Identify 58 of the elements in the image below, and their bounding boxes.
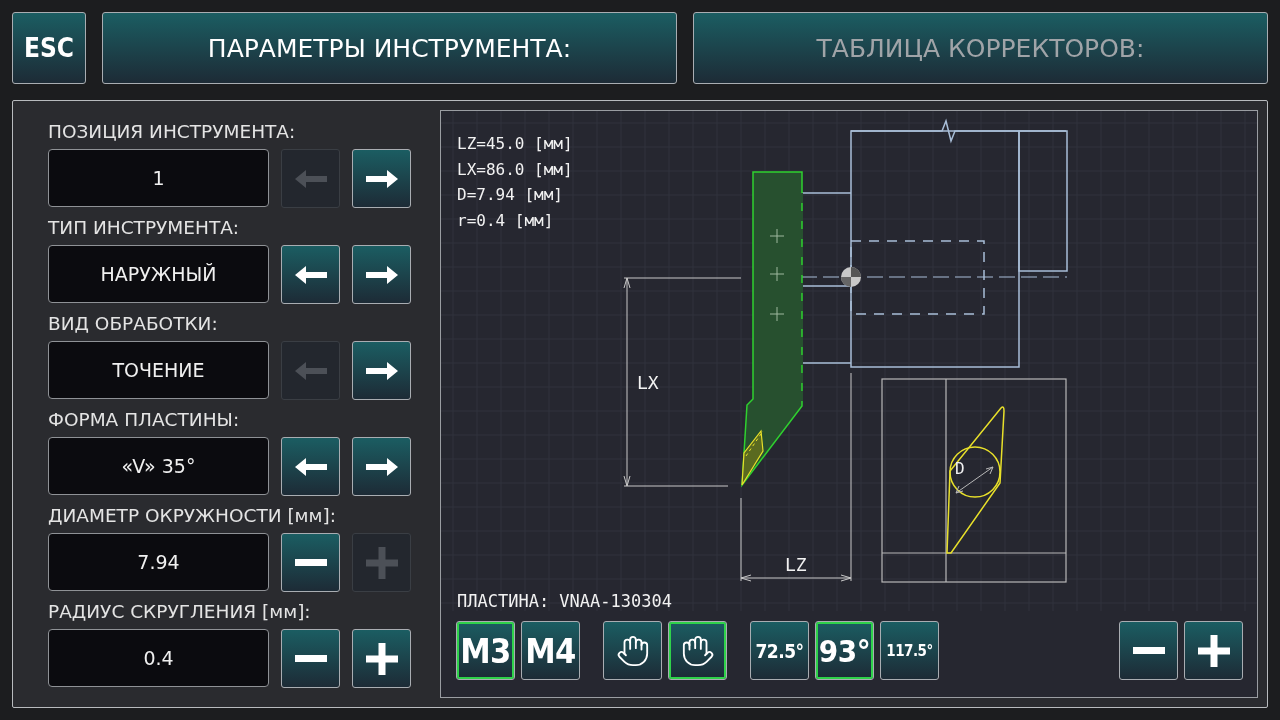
- mode-button[interactable]: 93°: [815, 621, 874, 680]
- next-button[interactable]: [352, 149, 411, 208]
- d-label: D: [955, 459, 965, 478]
- minus-icon: [294, 559, 327, 566]
- minus-icon: [294, 655, 327, 662]
- parameter-label: ДИАМЕТР ОКРУЖНОСТИ [мм]:: [48, 504, 337, 528]
- left-arrow-icon: [294, 361, 327, 380]
- value-field[interactable]: 0.4: [48, 629, 269, 687]
- value-field[interactable]: «V» 35°: [48, 437, 269, 495]
- decrease-button[interactable]: [281, 629, 340, 688]
- previous-button[interactable]: [281, 245, 340, 304]
- left-arrow-icon: [294, 457, 327, 476]
- dimension-text: LX=86.0 [мм]: [457, 159, 573, 179]
- previous-button[interactable]: [281, 437, 340, 496]
- next-button[interactable]: [352, 437, 411, 496]
- spindle-ball-icon: [841, 267, 861, 287]
- minus-icon: [1132, 647, 1165, 654]
- right-arrow-icon: [365, 169, 398, 188]
- dimension-text: D=7.94 [мм]: [457, 185, 563, 204]
- left-arrow-icon: [294, 265, 327, 284]
- lx-label: LX: [637, 372, 659, 393]
- zoom-in-button[interactable]: [1184, 621, 1243, 680]
- mode-button[interactable]: 72.5°: [750, 621, 809, 680]
- hand-icon: [680, 633, 715, 668]
- left-arrow-icon: [294, 169, 327, 188]
- plus-icon: [1197, 634, 1230, 667]
- hand-button[interactable]: [668, 621, 727, 680]
- parameter-label: ФОРМА ПЛАСТИНЫ:: [48, 408, 241, 432]
- mode-button[interactable]: M3: [456, 621, 515, 680]
- next-button[interactable]: [352, 341, 411, 400]
- value-field[interactable]: 7.94: [48, 533, 269, 591]
- increase-button[interactable]: [352, 629, 411, 688]
- value-field[interactable]: НАРУЖНЫЙ: [48, 245, 269, 303]
- decrease-button[interactable]: [281, 533, 340, 592]
- mode-button[interactable]: 117.5°: [880, 621, 939, 680]
- value-field[interactable]: 1: [48, 149, 269, 207]
- right-arrow-icon: [365, 457, 398, 476]
- right-arrow-icon: [365, 361, 398, 380]
- right-arrow-icon: [365, 265, 398, 284]
- esc-button[interactable]: ESC: [12, 12, 86, 84]
- dimension-text: LZ=45.0 [мм]: [457, 134, 573, 153]
- plus-icon: [365, 546, 398, 579]
- tab[interactable]: ПАРАМЕТРЫ ИНСТРУМЕНТА:: [102, 12, 677, 84]
- mode-button[interactable]: M4: [521, 621, 580, 680]
- parameter-label: ВИД ОБРАБОТКИ:: [48, 312, 219, 336]
- lz-label: LZ: [785, 554, 807, 575]
- parameter-label: ТИП ИНСТРУМЕНТА:: [48, 216, 241, 240]
- hand-button[interactable]: [603, 621, 662, 680]
- plate-code-text: ПЛАСТИНА: VNAA-130304: [457, 591, 672, 611]
- tab[interactable]: ТАБЛИЦА КОРРЕКТОРОВ:: [693, 12, 1268, 84]
- dimension-text: r=0.4 [мм]: [457, 210, 554, 230]
- hand-icon: [615, 633, 650, 668]
- plus-icon: [365, 642, 398, 675]
- parameter-label: РАДИУС СКРУГЛЕНИЯ [мм]:: [48, 600, 312, 624]
- zoom-out-button[interactable]: [1119, 621, 1178, 680]
- value-field[interactable]: ТОЧЕНИЕ: [48, 341, 269, 399]
- parameter-label: ПОЗИЦИЯ ИНСТРУМЕНТА:: [48, 120, 297, 144]
- next-button[interactable]: [352, 245, 411, 304]
